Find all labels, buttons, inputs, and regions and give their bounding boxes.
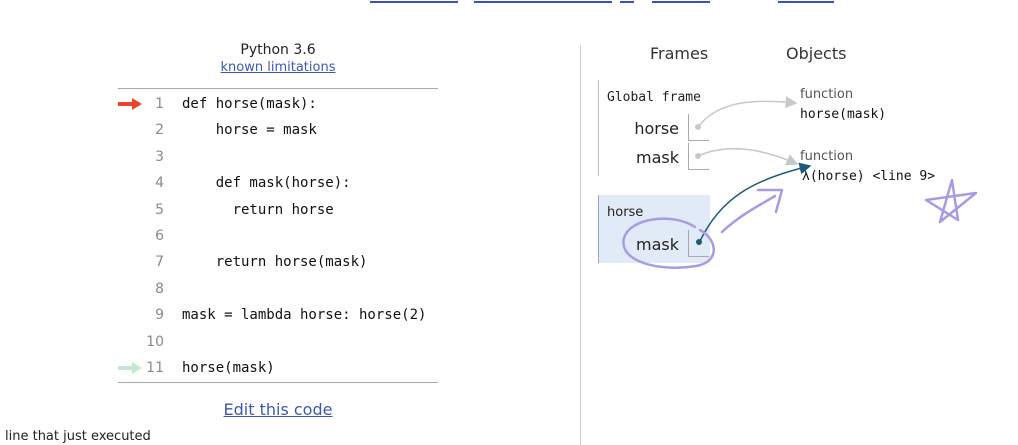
edit-link-wrap: Edit this code [118,400,438,419]
code-text: return horse [182,201,334,218]
code-text: def mask(horse): [182,175,351,192]
panel-divider [580,45,581,445]
horse-frame-title: horse [607,205,644,220]
annotation-star [924,178,978,224]
object-value: λ(horse) <line 9> [802,169,936,184]
global-frame: Global frame horse mask [598,80,709,176]
pointer-dot [696,239,702,245]
line-number: 9 [155,307,164,324]
line-number: 7 [155,254,164,271]
limitations-link-wrap: known limitations [118,60,438,75]
line-number: 1 [155,96,164,112]
legend-text: line that just executed [5,429,151,444]
horse-frame: horse mask [598,195,710,263]
code-text: def horse(mask): [182,96,317,112]
pointer-arrow [697,96,798,128]
line-number: 4 [155,175,164,192]
code-line: 10 [118,330,448,356]
code-line: 9 mask = lambda horse: horse(2) [118,303,448,329]
var-mask: mask [636,235,679,254]
top-links[interactable] [370,0,840,4]
object-type-label: function [800,149,854,164]
top-link-2[interactable] [474,0,612,3]
top-link-4[interactable] [652,0,710,3]
code-line: 11 horse(mask) [118,356,448,382]
object-type-label: function [800,87,854,102]
code-line: 7 return horse(mask) [118,250,448,276]
code-top-divider [118,88,438,89]
code-line: 3 [118,145,448,171]
objects-heading: Objects [786,44,847,63]
annotation-swoosh [720,188,784,234]
language-label: Python 3.6 [240,42,316,58]
top-link-3[interactable] [620,0,634,3]
line-number: 5 [155,201,164,218]
var-horse: horse [634,119,679,138]
line-number: 6 [155,227,164,244]
code-line: 5 return horse [118,198,448,224]
var-mask: mask [636,148,679,167]
frames-heading: Frames [650,44,709,63]
code-line: 4 def mask(horse): [118,171,448,197]
code-text: horse = mask [182,122,317,139]
code-line: 6 [118,224,448,250]
line-number: 2 [155,122,164,139]
known-limitations-link[interactable]: known limitations [221,60,336,75]
code-text: mask = lambda horse: horse(2) [182,307,427,324]
code-bottom-divider [118,382,438,383]
code-text: return horse(mask) [182,254,368,271]
line-number: 3 [155,148,164,165]
code-line: 2 horse = mask [118,118,448,144]
code-text: horse(mask) [182,359,275,376]
pointer-arrow [699,162,812,242]
pointer-dot [695,153,701,159]
top-link-5[interactable] [778,0,834,3]
line-number: 8 [155,280,164,297]
pointer-dot [695,124,701,130]
pointer-arrow [697,147,799,166]
line-number: 11 [146,359,164,376]
code-line: 8 [118,277,448,303]
top-link-1[interactable] [370,0,458,3]
code-line: 1 def horse(mask): [118,92,448,118]
object-value: horse(mask) [800,107,887,122]
global-frame-title: Global frame [607,90,701,105]
edit-code-link[interactable]: Edit this code [224,400,333,419]
code-listing: 1 def horse(mask): 2 horse = mask 3 4 de… [118,92,448,382]
line-number: 10 [146,333,164,350]
